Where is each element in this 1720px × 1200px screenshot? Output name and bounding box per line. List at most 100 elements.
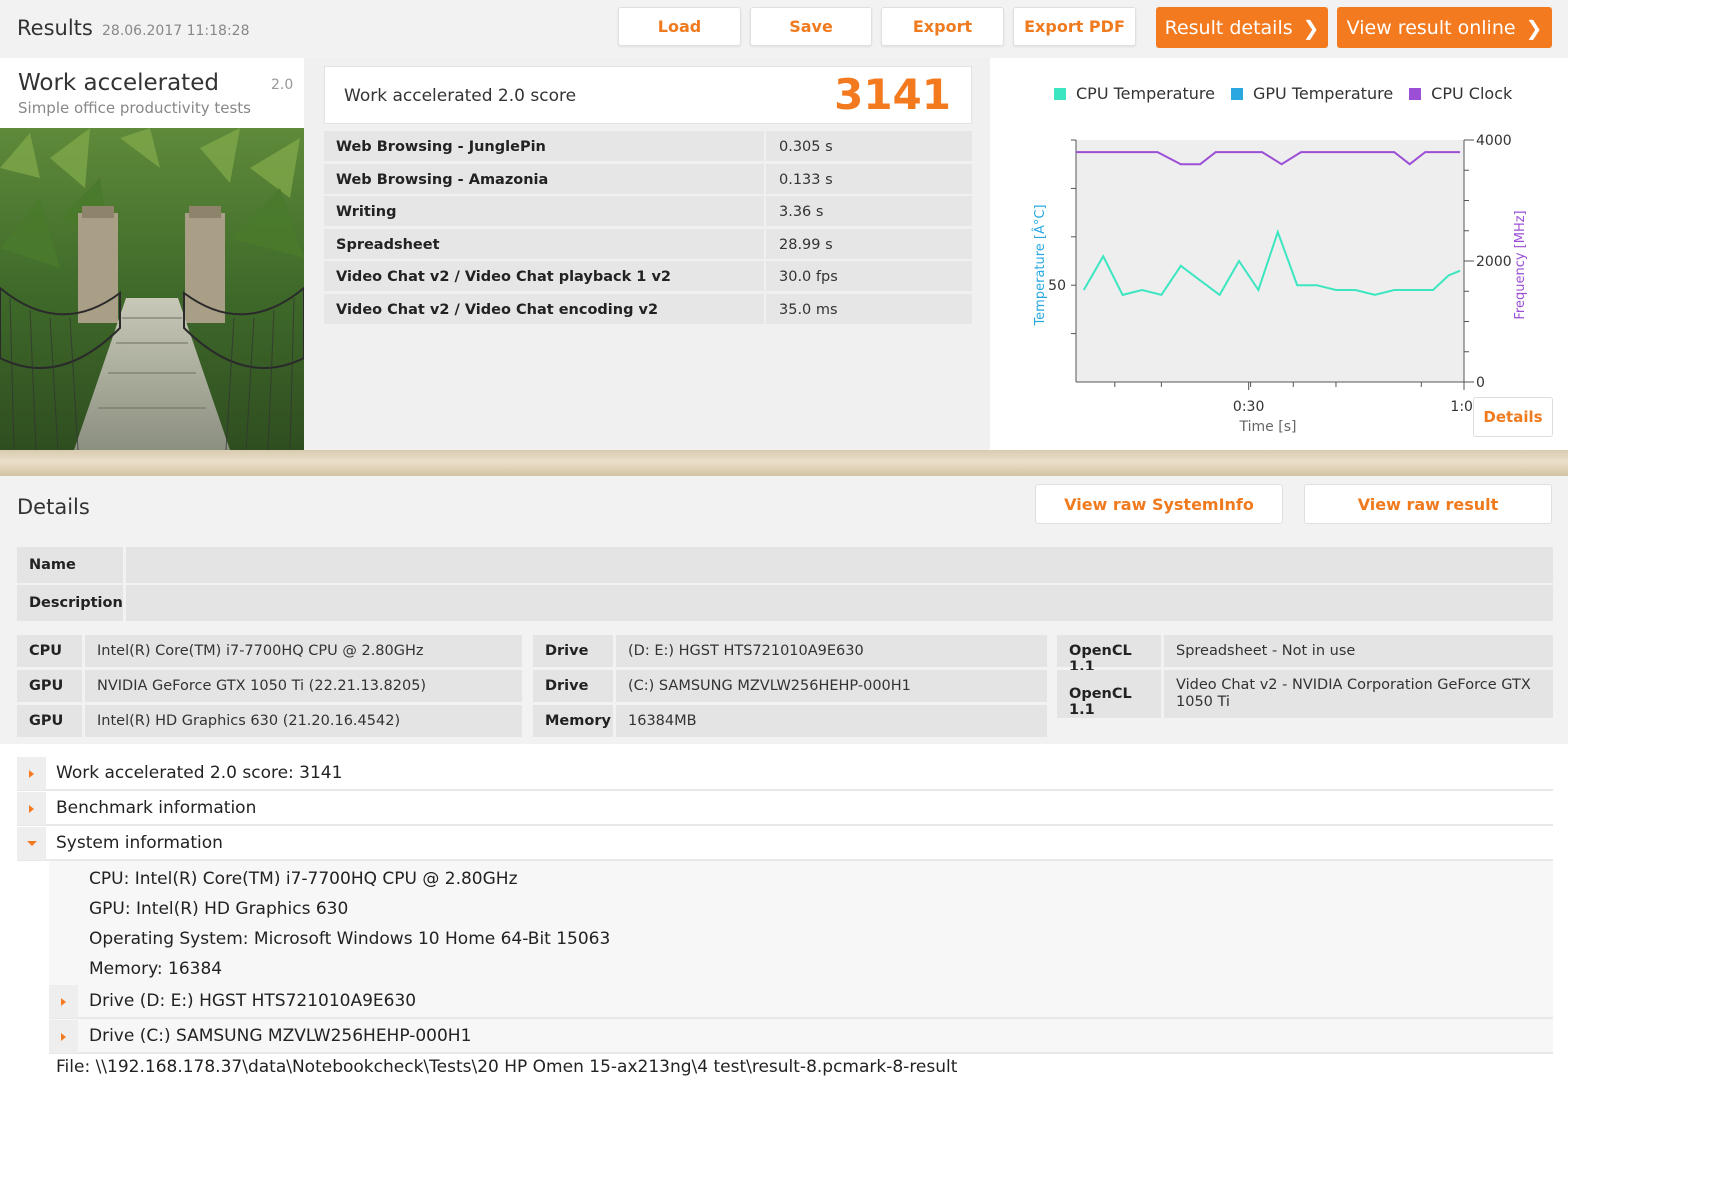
tree-item-label: Drive (D: E:) HGST HTS721010A9E630	[89, 990, 417, 1011]
load-button[interactable]: Load	[618, 7, 741, 46]
results-header: Results 28.06.2017 11:18:28 Load Save Ex…	[0, 0, 1568, 58]
expand-toggle[interactable]	[49, 985, 78, 1018]
subtest-name: Writing	[324, 196, 764, 227]
spec-key: Drive	[533, 670, 613, 702]
view-result-online-label: View result online	[1346, 16, 1516, 39]
spec-value: 16384MB	[616, 705, 1047, 737]
subtest-value: 0.305 s	[766, 131, 972, 161]
subtest-name: Video Chat v2 / Video Chat playback 1 v2	[324, 261, 764, 292]
subtest-row: Web Browsing - JunglePin 0.305 s	[324, 131, 972, 161]
score-box: Work accelerated 2.0 score 3141	[324, 66, 972, 124]
collapse-toggle[interactable]	[17, 827, 46, 860]
tree-item-benchmark-information[interactable]: Benchmark information	[17, 791, 1553, 826]
description-row: Description	[17, 585, 1553, 621]
right-axis-label: Frequency [MHz]	[1513, 210, 1528, 319]
tree-item-label: Benchmark information	[56, 797, 257, 818]
score-panel: Work accelerated 2.0 score 3141 Web Brow…	[304, 58, 990, 450]
view-result-online-button[interactable]: View result online ❯	[1337, 7, 1552, 48]
chart-details-button[interactable]: Details	[1473, 397, 1553, 437]
details-header: Details View raw SystemInfo View raw res…	[0, 476, 1568, 536]
caret-right-icon	[29, 804, 34, 813]
subtest-name: Web Browsing - JunglePin	[324, 131, 764, 161]
details-title: Details	[17, 495, 90, 519]
opencl-column: OpenCL 1.1 Spreadsheet - Not in use Open…	[1057, 635, 1553, 721]
right-tick-label: 4000	[1476, 133, 1512, 149]
subtest-row: Spreadsheet 28.99 s	[324, 228, 972, 259]
spec-row: GPU NVIDIA GeForce GTX 1050 Ti (22.21.13…	[17, 670, 522, 702]
tree-item-score[interactable]: Work accelerated 2.0 score: 3141	[17, 756, 1553, 791]
tree-item-label: System information	[56, 832, 223, 853]
result-file-path: File: \\192.168.178.37\data\Notebookchec…	[56, 1057, 958, 1077]
subtest-name: Web Browsing - Amazonia	[324, 163, 764, 194]
subtest-value: 30.0 fps	[766, 261, 972, 292]
right-tick-label: 2000	[1476, 254, 1512, 270]
view-raw-result-button[interactable]: View raw result	[1304, 484, 1552, 524]
spec-row: Drive (C:) SAMSUNG MZVLW256HEHP-000H1	[533, 670, 1047, 702]
system-info-line: CPU: Intel(R) Core(TM) i7-7700HQ CPU @ 2…	[89, 869, 518, 889]
test-version: 2.0	[271, 77, 294, 93]
subtest-row: Web Browsing - Amazonia 0.133 s	[324, 163, 972, 194]
details-info: Name Description CPU Intel(R) Core(TM) i…	[0, 536, 1568, 744]
spec-value: Video Chat v2 - NVIDIA Corporation GeFor…	[1164, 670, 1553, 718]
subtest-name: Spreadsheet	[324, 228, 764, 259]
caret-down-icon	[26, 841, 37, 846]
test-name: Work accelerated	[18, 70, 219, 96]
spec-value: Intel(R) HD Graphics 630 (21.20.16.4542)	[85, 705, 522, 737]
export-button[interactable]: Export	[881, 7, 1004, 46]
score-label: Work accelerated 2.0 score	[344, 86, 577, 106]
name-value[interactable]	[126, 547, 1553, 583]
spec-row: CPU Intel(R) Core(TM) i7-7700HQ CPU @ 2.…	[17, 635, 522, 667]
plot-area	[1076, 140, 1464, 382]
spec-value: (C:) SAMSUNG MZVLW256HEHP-000H1	[616, 670, 1047, 702]
spec-value: Spreadsheet - Not in use	[1164, 635, 1553, 667]
tree-item-system-information[interactable]: System information	[17, 826, 1553, 861]
view-raw-systeminfo-button[interactable]: View raw SystemInfo	[1035, 484, 1283, 524]
monitoring-chart: 0:30 1:00 Time [s] 50 4000 2000 0 Temper…	[1032, 133, 1528, 435]
caret-right-icon	[29, 769, 34, 778]
spec-row: GPU Intel(R) HD Graphics 630 (21.20.16.4…	[17, 705, 522, 737]
test-image	[0, 128, 304, 450]
subtest-value: 28.99 s	[766, 228, 972, 259]
spec-key: CPU	[17, 635, 82, 667]
save-button[interactable]: Save	[750, 7, 872, 46]
caret-right-icon	[61, 997, 66, 1006]
decorative-divider	[0, 450, 1568, 476]
spec-key: Drive	[533, 635, 613, 667]
system-information-content: CPU: Intel(R) Core(TM) i7-7700HQ CPU @ 2…	[49, 861, 1553, 1054]
page-title: Results	[17, 16, 93, 40]
test-subtitle: Simple office productivity tests	[18, 99, 251, 117]
expand-toggle[interactable]	[49, 1020, 78, 1053]
name-row: Name	[17, 547, 1553, 583]
spec-row: OpenCL 1.1 Spreadsheet - Not in use	[1057, 635, 1553, 675]
left-tick-label: 50	[1048, 278, 1066, 294]
spec-value: NVIDIA GeForce GTX 1050 Ti (22.21.13.820…	[85, 670, 522, 702]
spec-row: OpenCL 1.1 Video Chat v2 - NVIDIA Corpor…	[1057, 670, 1553, 718]
subtest-value: 0.133 s	[766, 163, 972, 194]
result-tree: Work accelerated 2.0 score: 3141 Benchma…	[17, 756, 1553, 1054]
expand-toggle[interactable]	[17, 757, 46, 790]
spec-key: Memory	[533, 705, 613, 737]
description-value[interactable]	[126, 585, 1553, 621]
spec-key: GPU	[17, 670, 82, 702]
export-pdf-button[interactable]: Export PDF	[1013, 7, 1136, 46]
expand-toggle[interactable]	[17, 792, 46, 825]
result-details-button[interactable]: Result details ❯	[1156, 7, 1328, 48]
subtest-value: 35.0 ms	[766, 293, 972, 324]
tree-item-drive[interactable]: Drive (C:) SAMSUNG MZVLW256HEHP-000H1	[49, 1019, 1553, 1054]
subtest-name: Video Chat v2 / Video Chat encoding v2	[324, 293, 764, 324]
system-info-line: Memory: 16384	[89, 959, 223, 979]
spec-value: (D: E:) HGST HTS721010A9E630	[616, 635, 1047, 667]
subtest-value: 3.36 s	[766, 196, 972, 227]
subtest-table: Web Browsing - JunglePin 0.305 s Web Bro…	[324, 131, 972, 327]
tree-item-drive[interactable]: Drive (D: E:) HGST HTS721010A9E630	[49, 984, 1553, 1019]
result-timestamp: 28.06.2017 11:18:28	[102, 23, 250, 39]
right-tick-label: 0	[1476, 375, 1485, 391]
hardware-column: CPU Intel(R) Core(TM) i7-7700HQ CPU @ 2.…	[17, 635, 522, 740]
system-info-line: Operating System: Microsoft Windows 10 H…	[89, 929, 611, 949]
tree-item-label: Work accelerated 2.0 score: 3141	[56, 762, 343, 783]
subtest-row: Video Chat v2 / Video Chat encoding v2 3…	[324, 293, 972, 324]
description-label: Description	[17, 585, 123, 621]
chevron-right-icon: ❯	[1525, 15, 1543, 40]
subtest-row: Video Chat v2 / Video Chat playback 1 v2…	[324, 261, 972, 292]
caret-right-icon	[61, 1032, 66, 1041]
